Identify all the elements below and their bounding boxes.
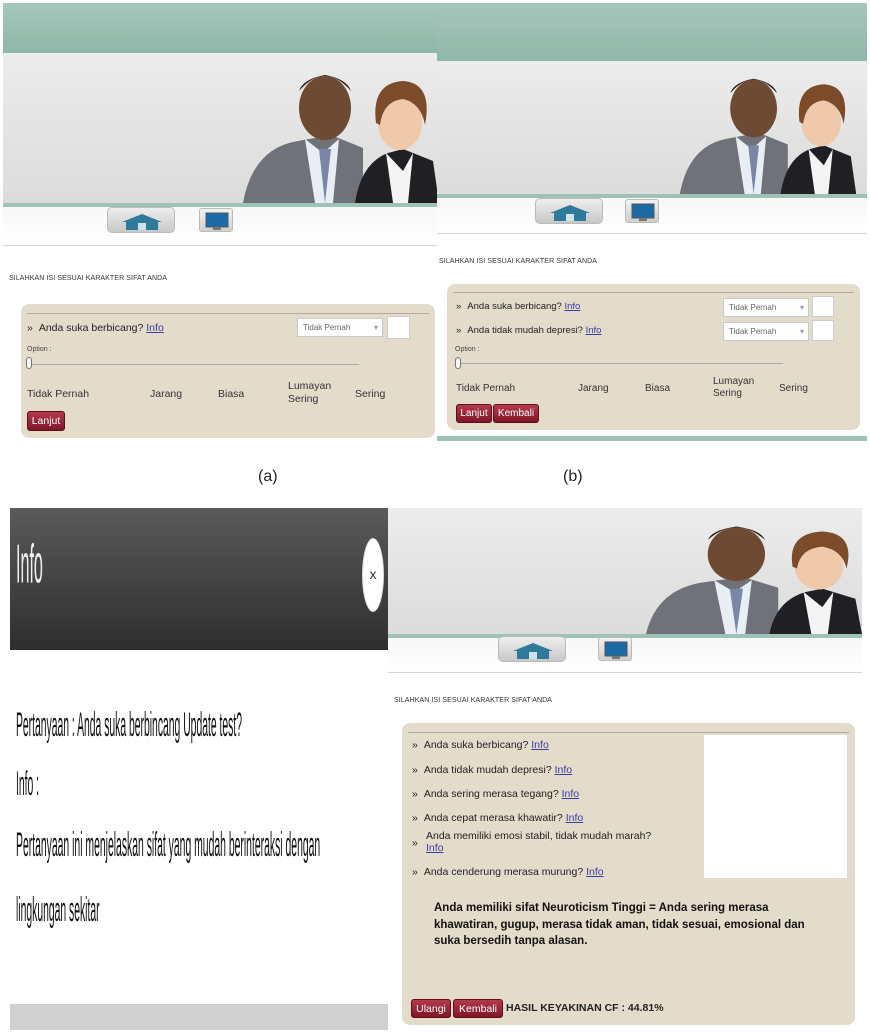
- scale-label: Jarang: [150, 388, 183, 400]
- hasil-keyakinan-text: HASIL KEYAKINAN CF : 44.81%: [506, 1002, 664, 1014]
- close-icon: x: [369, 566, 377, 582]
- scale-label: Lumayan Sering: [713, 376, 755, 399]
- info-link[interactable]: Info: [146, 322, 164, 334]
- info-popup-title: Info: [16, 532, 43, 595]
- caption-b: (b): [563, 468, 583, 485]
- question-text: Anda suka berbicang?: [423, 739, 529, 751]
- business-people-image: [646, 526, 862, 634]
- question-form: » Anda suka berbicang? Info » Anda tidak m…: [402, 723, 855, 1025]
- lanjut-button[interactable]: Lanjut: [27, 411, 65, 431]
- question-row: » Anda memiliki emosi stabil, tidak muda…: [412, 830, 702, 854]
- info-explanation-line-1: Pertanyaan ini menjelaskan sifat yang mu…: [16, 826, 321, 864]
- answer-select[interactable]: Tidak Pernah ▾: [723, 322, 809, 341]
- intro-text: SILAHKAN ISI SESUAI KARAKTER SIFAT ANDA: [394, 697, 553, 704]
- intro-text: SILAHKAN ISI SESUAI KARAKTER SIFAT ANDA: [9, 275, 168, 282]
- question-row: » Anda suka berbicang? Info: [27, 322, 164, 334]
- info-popup-header: [10, 508, 388, 650]
- chevron-down-icon: ▾: [799, 327, 804, 336]
- monitor-icon: [604, 641, 628, 659]
- intro-text: SILAHKAN ISI SESUAI KARAKTER SIFAT ANDA: [439, 258, 598, 265]
- kembali-button[interactable]: Kembali: [453, 999, 503, 1018]
- home-icon: [122, 214, 162, 230]
- caption-a: (a): [258, 468, 278, 485]
- question-form: » Anda suka berbicang? Info Tidak Pernah ▾…: [447, 284, 860, 430]
- chevron-down-icon: ▾: [373, 323, 378, 332]
- info-explanation-line-2: lingkungan sekitar: [16, 891, 100, 929]
- home-icon: [550, 205, 590, 221]
- question-text: Anda tidak mudah depresi?: [467, 325, 583, 336]
- answer-select[interactable]: Tidak Pernah ▾: [297, 318, 383, 337]
- info-link[interactable]: Info: [555, 764, 573, 776]
- home-icon: [513, 643, 553, 659]
- computer-button[interactable]: [625, 199, 659, 223]
- answer-checkbox[interactable]: [387, 316, 410, 339]
- info-link[interactable]: Info: [531, 739, 549, 751]
- question-row: » Anda tidak mudah depresi? Info: [412, 764, 573, 776]
- question-row: » Anda tidak mudah depresi? Info: [456, 325, 602, 336]
- option-label: Option :: [455, 346, 480, 353]
- scale-label: Sering: [779, 383, 808, 394]
- result-text: Anda memiliki sifat Neuroticism Tinggi =…: [434, 902, 805, 948]
- scale-label: Tidak Pernah: [456, 383, 516, 394]
- computer-button[interactable]: [598, 637, 632, 661]
- question-text: Anda tidak mudah depresi?: [423, 764, 552, 776]
- info-popup-footer: [10, 1004, 388, 1030]
- panel-b: SILAHKAN ISI SESUAI KARAKTER SIFAT ANDA …: [437, 3, 867, 443]
- question-text: Anda sering merasa tegang?: [423, 788, 559, 800]
- scale-label: Tidak Pernah: [27, 388, 90, 400]
- home-button[interactable]: [498, 636, 566, 662]
- scale-label: Jarang: [578, 383, 609, 394]
- info-link[interactable]: Info: [586, 325, 602, 336]
- info-popup: Info x Pertanyaan : Anda suka berbincang…: [10, 508, 388, 1030]
- home-button[interactable]: [535, 198, 603, 224]
- question-row: » Anda sering merasa tegang? Info: [412, 788, 580, 800]
- monitor-icon: [205, 212, 229, 230]
- scale-label: Lumayan Sering: [288, 380, 332, 405]
- close-button[interactable]: x: [362, 538, 384, 612]
- business-people-image: [679, 78, 857, 194]
- scale-label: Biasa: [218, 388, 245, 400]
- answer-checkbox[interactable]: [812, 296, 834, 317]
- option-label: Option :: [27, 346, 52, 353]
- option-slider-track[interactable]: [29, 364, 359, 365]
- business-people-image: [243, 75, 437, 203]
- answer-checkbox[interactable]: [812, 320, 834, 341]
- option-slider-handle[interactable]: [26, 357, 32, 369]
- question-text: Anda suka berbicang?: [467, 301, 562, 312]
- lanjut-button[interactable]: Lanjut: [456, 404, 492, 423]
- info-label: Info :: [16, 765, 40, 803]
- question-text: Anda memiliki emosi stabil, tidak mudah …: [426, 830, 652, 842]
- info-question-line: Pertanyaan : Anda suka berbincang Update…: [16, 706, 242, 744]
- question-form: » Anda suka berbicang? Info Tidak Pernah ▾…: [21, 304, 435, 438]
- info-link[interactable]: Info: [426, 842, 702, 854]
- info-link[interactable]: Info: [562, 788, 580, 800]
- answer-select[interactable]: Tidak Pernah ▾: [723, 298, 809, 317]
- ulangi-button[interactable]: Ulangi: [411, 999, 451, 1018]
- home-button[interactable]: [107, 207, 175, 233]
- monitor-icon: [631, 203, 655, 221]
- panel-d: SILAHKAN ISI SESUAI KARAKTER SIFAT ANDA …: [388, 508, 862, 1030]
- question-text: Anda suka berbicang?: [38, 322, 144, 334]
- scale-label: Sering: [355, 388, 386, 400]
- option-slider-handle[interactable]: [455, 357, 461, 369]
- option-slider-track[interactable]: [457, 363, 783, 364]
- answer-column: [704, 735, 847, 878]
- question-row: » Anda cepat merasa khawatir? Info: [412, 812, 584, 824]
- question-row: » Anda suka berbicang? Info: [456, 301, 581, 312]
- panel-a: SILAHKAN ISI SESUAI KARAKTER SIFAT ANDA …: [3, 3, 437, 443]
- question-text: Anda cepat merasa khawatir?: [423, 812, 563, 824]
- info-link[interactable]: Info: [566, 812, 584, 824]
- scale-label: Biasa: [645, 383, 671, 394]
- question-text: Anda cenderung merasa murung?: [423, 866, 584, 878]
- question-row: » Anda cenderung merasa murung? Info: [412, 866, 604, 878]
- kembali-button[interactable]: Kembali: [493, 404, 539, 423]
- chevron-down-icon: ▾: [799, 303, 804, 312]
- info-link[interactable]: Info: [586, 866, 604, 878]
- info-link[interactable]: Info: [564, 301, 580, 312]
- computer-button[interactable]: [199, 208, 233, 232]
- question-row: » Anda suka berbicang? Info: [412, 739, 549, 751]
